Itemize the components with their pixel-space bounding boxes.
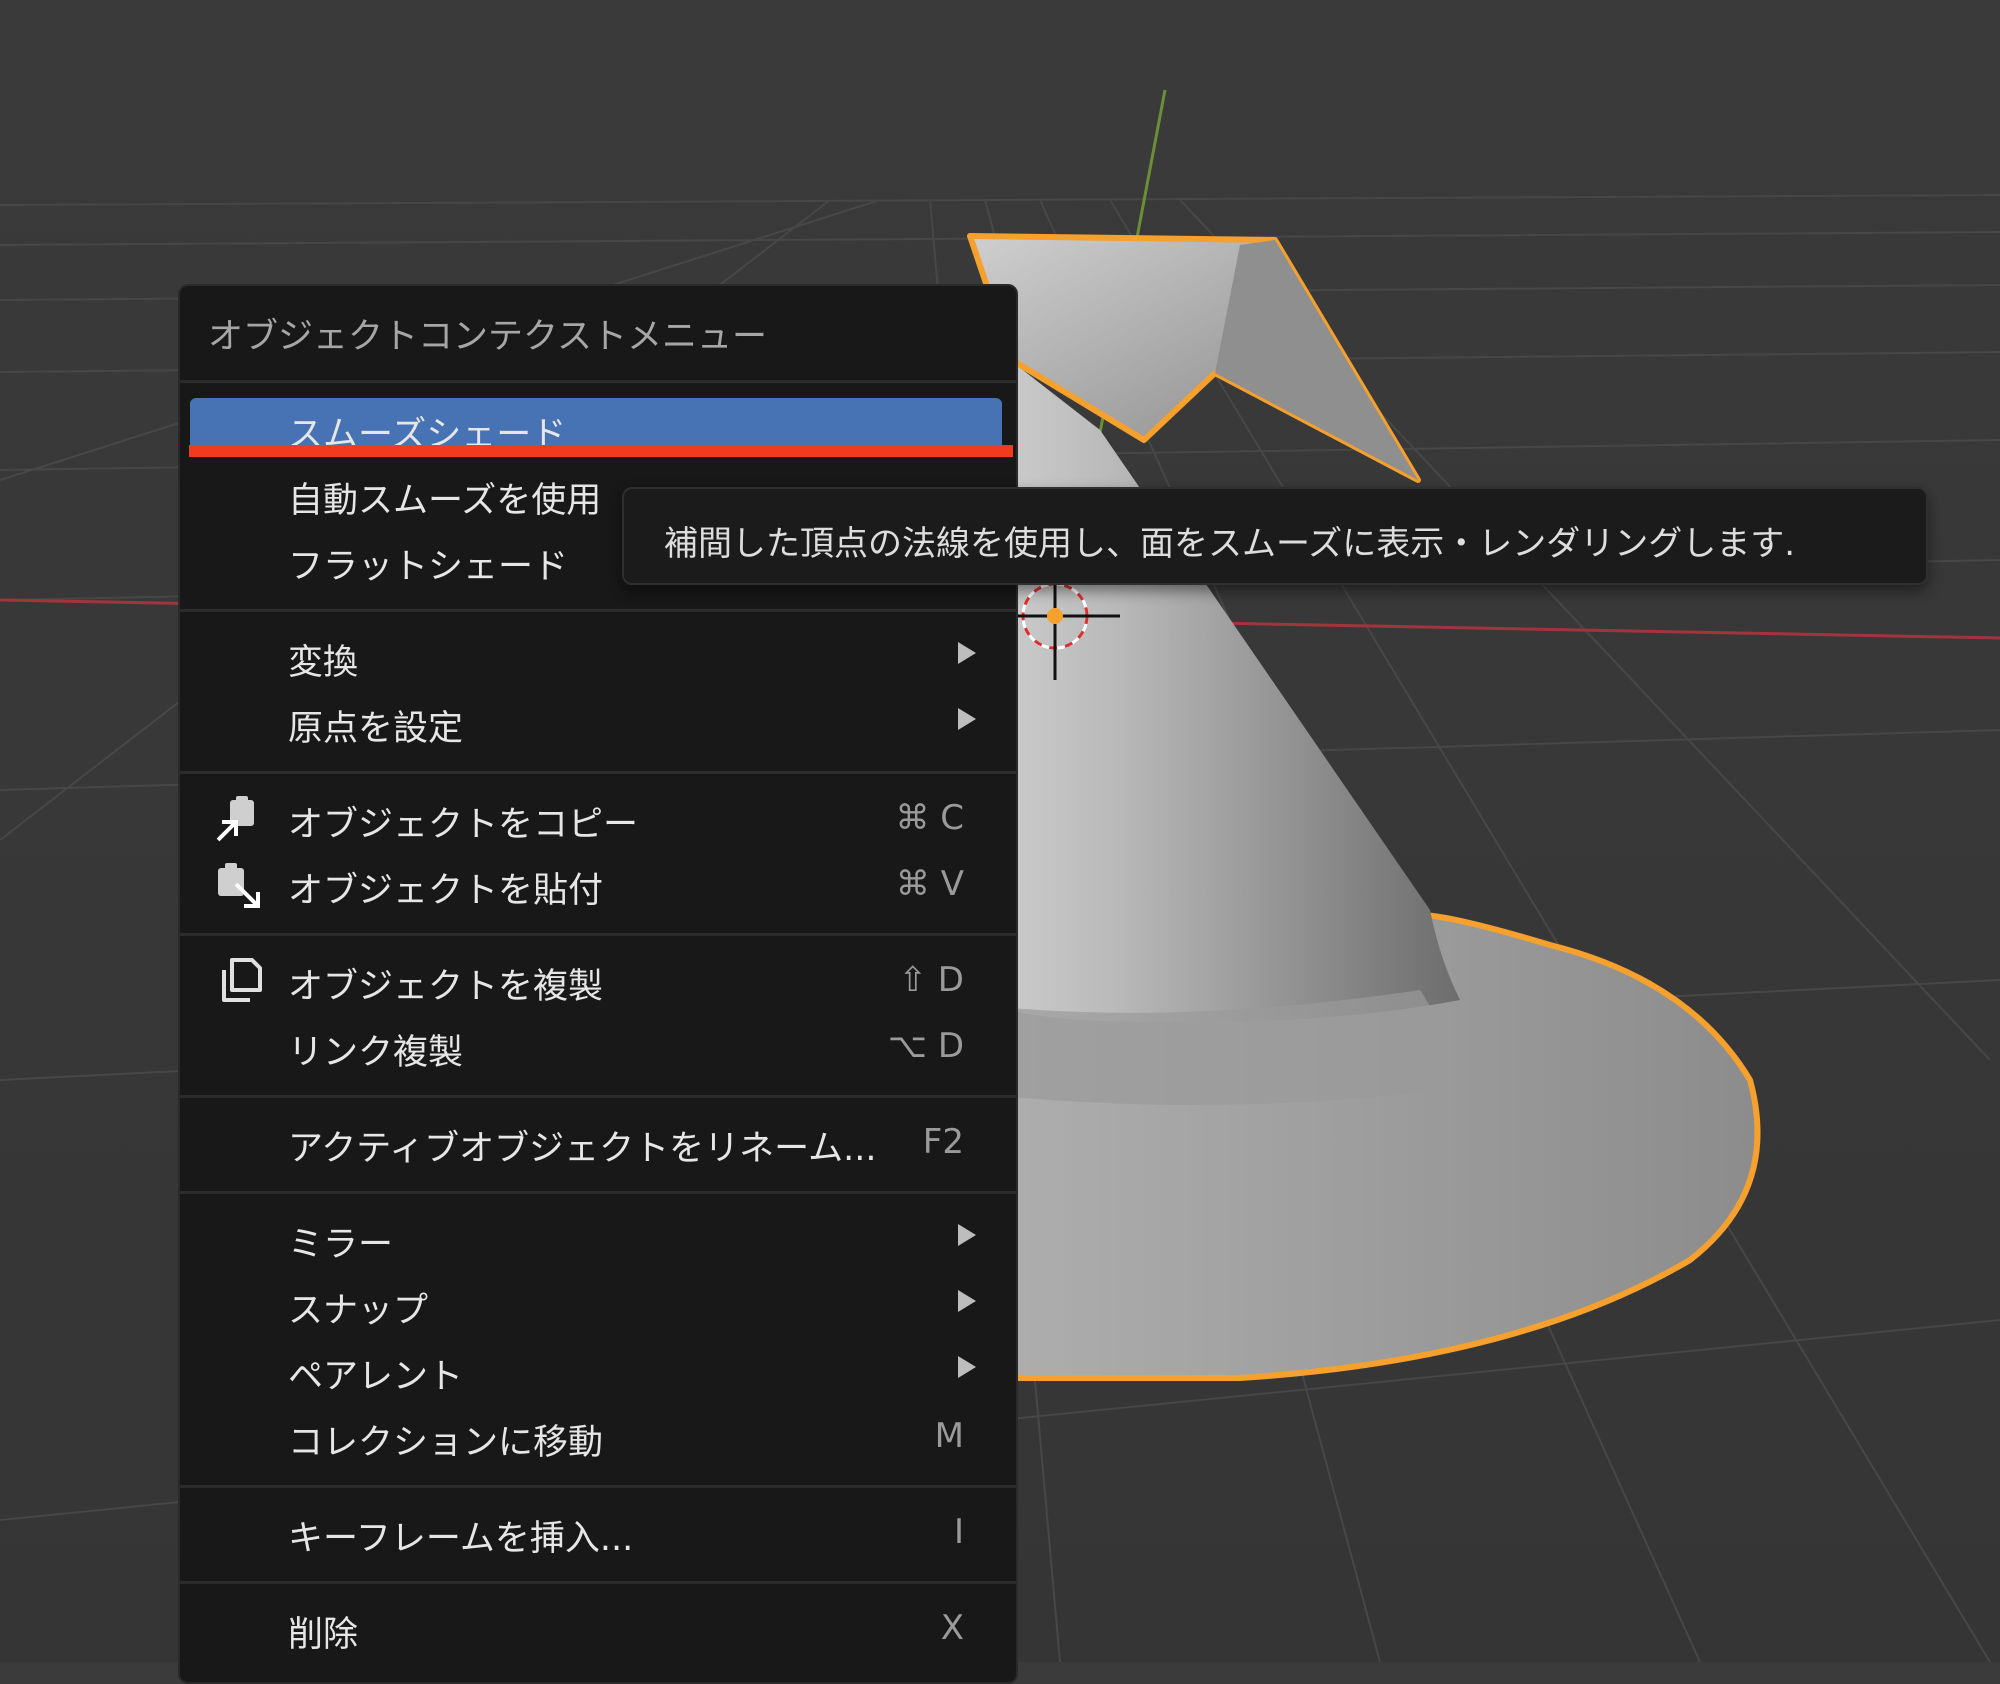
submenu-arrow-icon (958, 1224, 976, 1246)
menu-item-label: ペアレント (288, 1357, 464, 1397)
menu-item-label: 削除 (288, 1615, 359, 1655)
copy-object-icon (216, 796, 254, 842)
menu-item-label: コレクションに移動 (288, 1423, 604, 1463)
menu-title: オブジェクトコンテクストメニュー (208, 317, 767, 357)
menu-item-label: アクティブオブジェクトをリネーム... (288, 1129, 877, 1169)
menu-item-label: オブジェクトを貼付 (288, 871, 604, 911)
menu-item-parent[interactable]: ペアレント (190, 1340, 1002, 1398)
menu-item-rename-active[interactable]: アクティブオブジェクトをリネーム... F2 (190, 1112, 1002, 1170)
submenu-arrow-icon (958, 642, 976, 664)
menu-item-shortcut: ⌘ V (895, 864, 964, 904)
menu-item-set-origin[interactable]: 原点を設定 (190, 692, 1002, 750)
menu-item-label: 原点を設定 (288, 709, 464, 749)
menu-item-label: フラットシェード (288, 547, 569, 587)
submenu-arrow-icon (958, 708, 976, 730)
menu-separator (180, 1581, 1016, 1584)
menu-separator (180, 1485, 1016, 1488)
menu-item-shortcut: ⇧ D (898, 960, 964, 1000)
menu-item-shortcut: F2 (922, 1122, 964, 1162)
menu-item-shortcut: X (940, 1608, 964, 1648)
menu-separator (180, 1191, 1016, 1194)
menu-item-label: リンク複製 (288, 1033, 464, 1073)
submenu-arrow-icon (958, 1356, 976, 1378)
menu-item-label: キーフレームを挿入... (288, 1519, 634, 1559)
duplicate-icon (222, 958, 262, 1002)
menu-item-copy-object[interactable]: オブジェクトをコピー ⌘ C (190, 788, 1002, 846)
menu-separator (180, 933, 1016, 936)
menu-item-shortcut: I (953, 1512, 964, 1552)
tooltip: 補間した頂点の法線を使用し、面をスムーズに表示・レンダリングします. (622, 487, 1928, 585)
menu-item-move-to-collection[interactable]: コレクションに移動 M (190, 1406, 1002, 1464)
menu-item-delete[interactable]: 削除 X (190, 1598, 1002, 1656)
menu-separator (180, 609, 1016, 612)
menu-item-insert-keyframe[interactable]: キーフレームを挿入... I (190, 1502, 1002, 1560)
menu-separator (180, 380, 1016, 383)
menu-item-snap[interactable]: スナップ (190, 1274, 1002, 1332)
menu-separator (180, 1095, 1016, 1098)
menu-item-shortcut: ⌘ C (895, 798, 964, 838)
annotation-underline (189, 445, 1013, 457)
submenu-arrow-icon (958, 1290, 976, 1312)
menu-item-label: ミラー (288, 1225, 394, 1265)
menu-item-convert[interactable]: 変換 (190, 626, 1002, 684)
menu-item-label: 変換 (288, 643, 359, 683)
menu-separator (180, 771, 1016, 774)
menu-item-label: スナップ (288, 1291, 429, 1331)
menu-item-label: オブジェクトをコピー (288, 805, 639, 845)
menu-item-shortcut: ⌥ D (887, 1026, 964, 1066)
menu-item-label: 自動スムーズを使用 (288, 481, 602, 521)
menu-item-duplicate-linked[interactable]: リンク複製 ⌥ D (190, 1016, 1002, 1074)
tooltip-text: 補間した頂点の法線を使用し、面をスムーズに表示・レンダリングします. (664, 524, 1796, 564)
menu-item-duplicate-objects[interactable]: オブジェクトを複製 ⇧ D (190, 950, 1002, 1008)
menu-item-shortcut: M (934, 1416, 964, 1456)
menu-item-label: オブジェクトを複製 (288, 967, 604, 1007)
menu-item-mirror[interactable]: ミラー (190, 1208, 1002, 1266)
paste-object-icon (218, 863, 260, 908)
menu-item-paste-object[interactable]: オブジェクトを貼付 ⌘ V (190, 854, 1002, 912)
